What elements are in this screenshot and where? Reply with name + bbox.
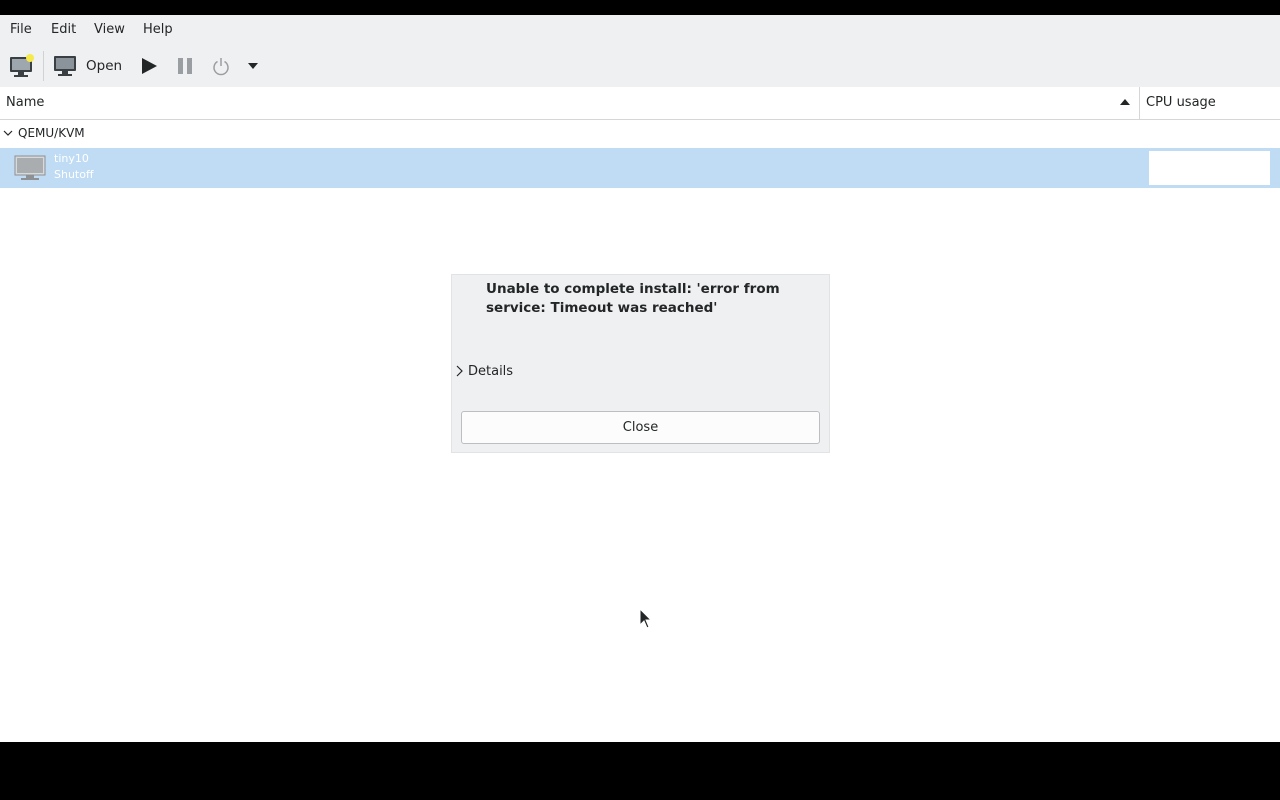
menu-edit[interactable]: Edit [51, 22, 76, 37]
power-icon [213, 58, 229, 76]
chevron-right-icon [456, 365, 463, 377]
toolbar: Open [0, 45, 1280, 87]
connection-label: QEMU/KVM [18, 126, 85, 140]
run-button[interactable] [139, 56, 159, 76]
connection-row[interactable]: QEMU/KVM [0, 120, 1280, 148]
column-header: Name CPU usage [0, 87, 1280, 120]
menu-help[interactable]: Help [143, 22, 173, 37]
open-label: Open [86, 58, 123, 74]
column-name-header[interactable]: Name [6, 95, 44, 110]
close-button[interactable]: Close [461, 411, 820, 444]
toolbar-separator [43, 51, 44, 81]
play-icon [142, 58, 157, 74]
menu-view[interactable]: View [94, 22, 125, 37]
vm-status: Shutoff [54, 168, 94, 181]
open-button[interactable]: Open [52, 53, 126, 79]
column-divider[interactable] [1139, 87, 1140, 119]
chevron-down-icon[interactable] [3, 128, 13, 138]
vm-name: tiny10 [54, 152, 89, 165]
monitor-icon [54, 56, 76, 76]
pause-button[interactable] [175, 56, 195, 76]
error-message: Unable to complete install: 'error from … [486, 281, 780, 316]
column-cpu-header[interactable]: CPU usage [1146, 95, 1216, 110]
vm-manager-window: File Edit View Help Open Name CPU usage … [0, 15, 1280, 742]
new-vm-button[interactable] [8, 53, 36, 79]
shutdown-button[interactable] [211, 56, 231, 76]
error-dialog: Unable to complete install: 'error from … [451, 274, 830, 453]
pause-icon [178, 58, 192, 74]
vm-row[interactable]: tiny10 Shutoff [0, 148, 1280, 188]
sort-ascending-icon[interactable] [1119, 96, 1131, 108]
details-label: Details [468, 364, 514, 379]
menubar: File Edit View Help [0, 15, 1280, 45]
dropdown-arrow-icon [248, 63, 258, 69]
cpu-usage-graph [1149, 151, 1270, 185]
vm-monitor-icon [14, 155, 46, 180]
mouse-cursor-icon [639, 608, 653, 629]
menu-file[interactable]: File [10, 22, 32, 37]
monitor-new-icon [10, 54, 34, 77]
shutdown-menu-button[interactable] [246, 60, 260, 72]
